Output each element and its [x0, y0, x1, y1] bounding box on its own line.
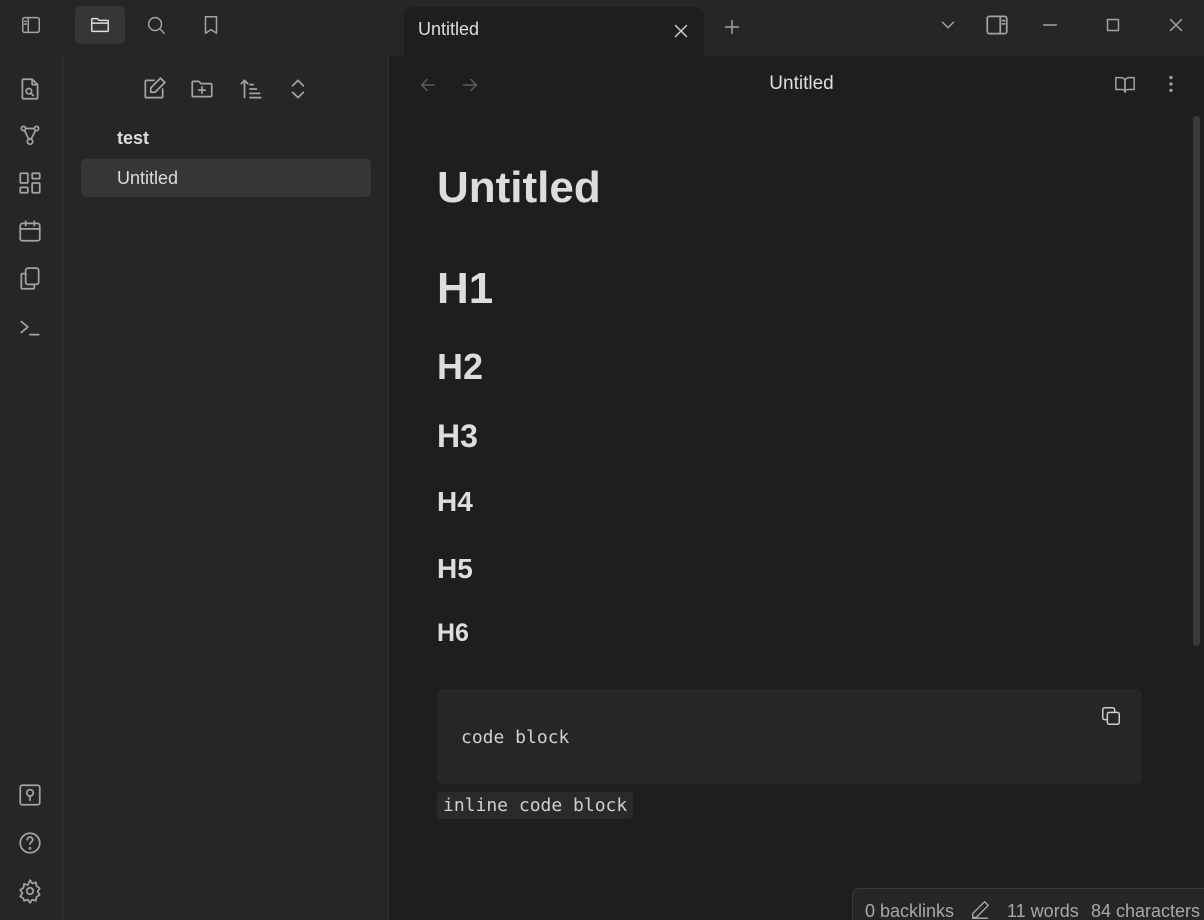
plus-icon[interactable] [721, 16, 743, 38]
sort-icon[interactable] [238, 76, 264, 102]
heading-3[interactable]: H3 [437, 418, 478, 455]
copy-icon[interactable] [1100, 705, 1122, 727]
chevron-down-icon[interactable] [937, 14, 959, 36]
editor-pane: Untitled Untitled H1 H2 H3 H4 H5 H6 code… [389, 56, 1204, 920]
canvas-icon[interactable] [17, 170, 43, 196]
folder-icon [91, 17, 109, 33]
bookmarks-tab-button[interactable] [186, 6, 236, 44]
window-close-icon[interactable] [1165, 14, 1187, 36]
vault-icon[interactable] [17, 782, 43, 808]
heading-4[interactable]: H4 [437, 486, 473, 518]
pencil-icon[interactable] [969, 899, 991, 920]
terminal-icon[interactable] [17, 314, 43, 340]
view-header-title[interactable]: Untitled [389, 73, 1204, 95]
minimize-icon[interactable] [1039, 14, 1061, 36]
backlinks-count[interactable]: 0 backlinks [865, 901, 954, 920]
title-bar: Untitled [0, 0, 1204, 56]
word-count: 11 words [1007, 901, 1079, 920]
search-tab-button[interactable] [131, 6, 181, 44]
file-untitled[interactable]: Untitled [81, 159, 371, 197]
new-folder-icon[interactable] [189, 76, 215, 102]
heading-1[interactable]: H1 [437, 264, 493, 314]
left-sidebar-toggle[interactable] [6, 6, 56, 44]
quick-switcher-icon[interactable] [17, 76, 43, 102]
right-sidebar-icon[interactable] [984, 12, 1010, 38]
inline-title[interactable]: Untitled [437, 163, 601, 213]
close-icon[interactable] [670, 20, 692, 42]
tab-title: Untitled [418, 19, 480, 39]
sidebar-toggle-icon [22, 16, 40, 34]
collapse-icon[interactable] [285, 76, 311, 102]
book-open-icon[interactable] [1114, 73, 1136, 95]
files-tab-button[interactable] [75, 6, 125, 44]
templates-icon[interactable] [17, 266, 43, 292]
heading-5[interactable]: H5 [437, 553, 473, 585]
graph-icon[interactable] [17, 122, 43, 148]
maximize-icon[interactable] [1102, 14, 1124, 36]
more-vertical-icon[interactable] [1160, 73, 1182, 95]
inline-code[interactable]: inline code block [437, 792, 634, 819]
new-note-icon[interactable] [141, 76, 167, 102]
status-bar: 0 backlinks 11 words 84 characters [852, 888, 1204, 920]
bookmark-icon [204, 16, 218, 34]
heading-2[interactable]: H2 [437, 346, 483, 388]
calendar-icon[interactable] [17, 218, 43, 244]
code-block[interactable]: code block [437, 689, 1142, 784]
folder-test[interactable]: test [117, 128, 149, 149]
ribbon [0, 56, 63, 920]
code-block-text: code block [461, 727, 570, 748]
search-icon [147, 16, 165, 34]
character-count: 84 characters [1091, 901, 1201, 920]
help-icon[interactable] [17, 830, 43, 856]
tab-untitled[interactable]: Untitled [404, 7, 704, 56]
scrollbar[interactable] [1193, 116, 1200, 646]
settings-icon[interactable] [17, 878, 43, 904]
heading-6[interactable]: H6 [437, 619, 469, 648]
file-label: Untitled [117, 168, 179, 188]
file-explorer: test Untitled [63, 56, 389, 920]
